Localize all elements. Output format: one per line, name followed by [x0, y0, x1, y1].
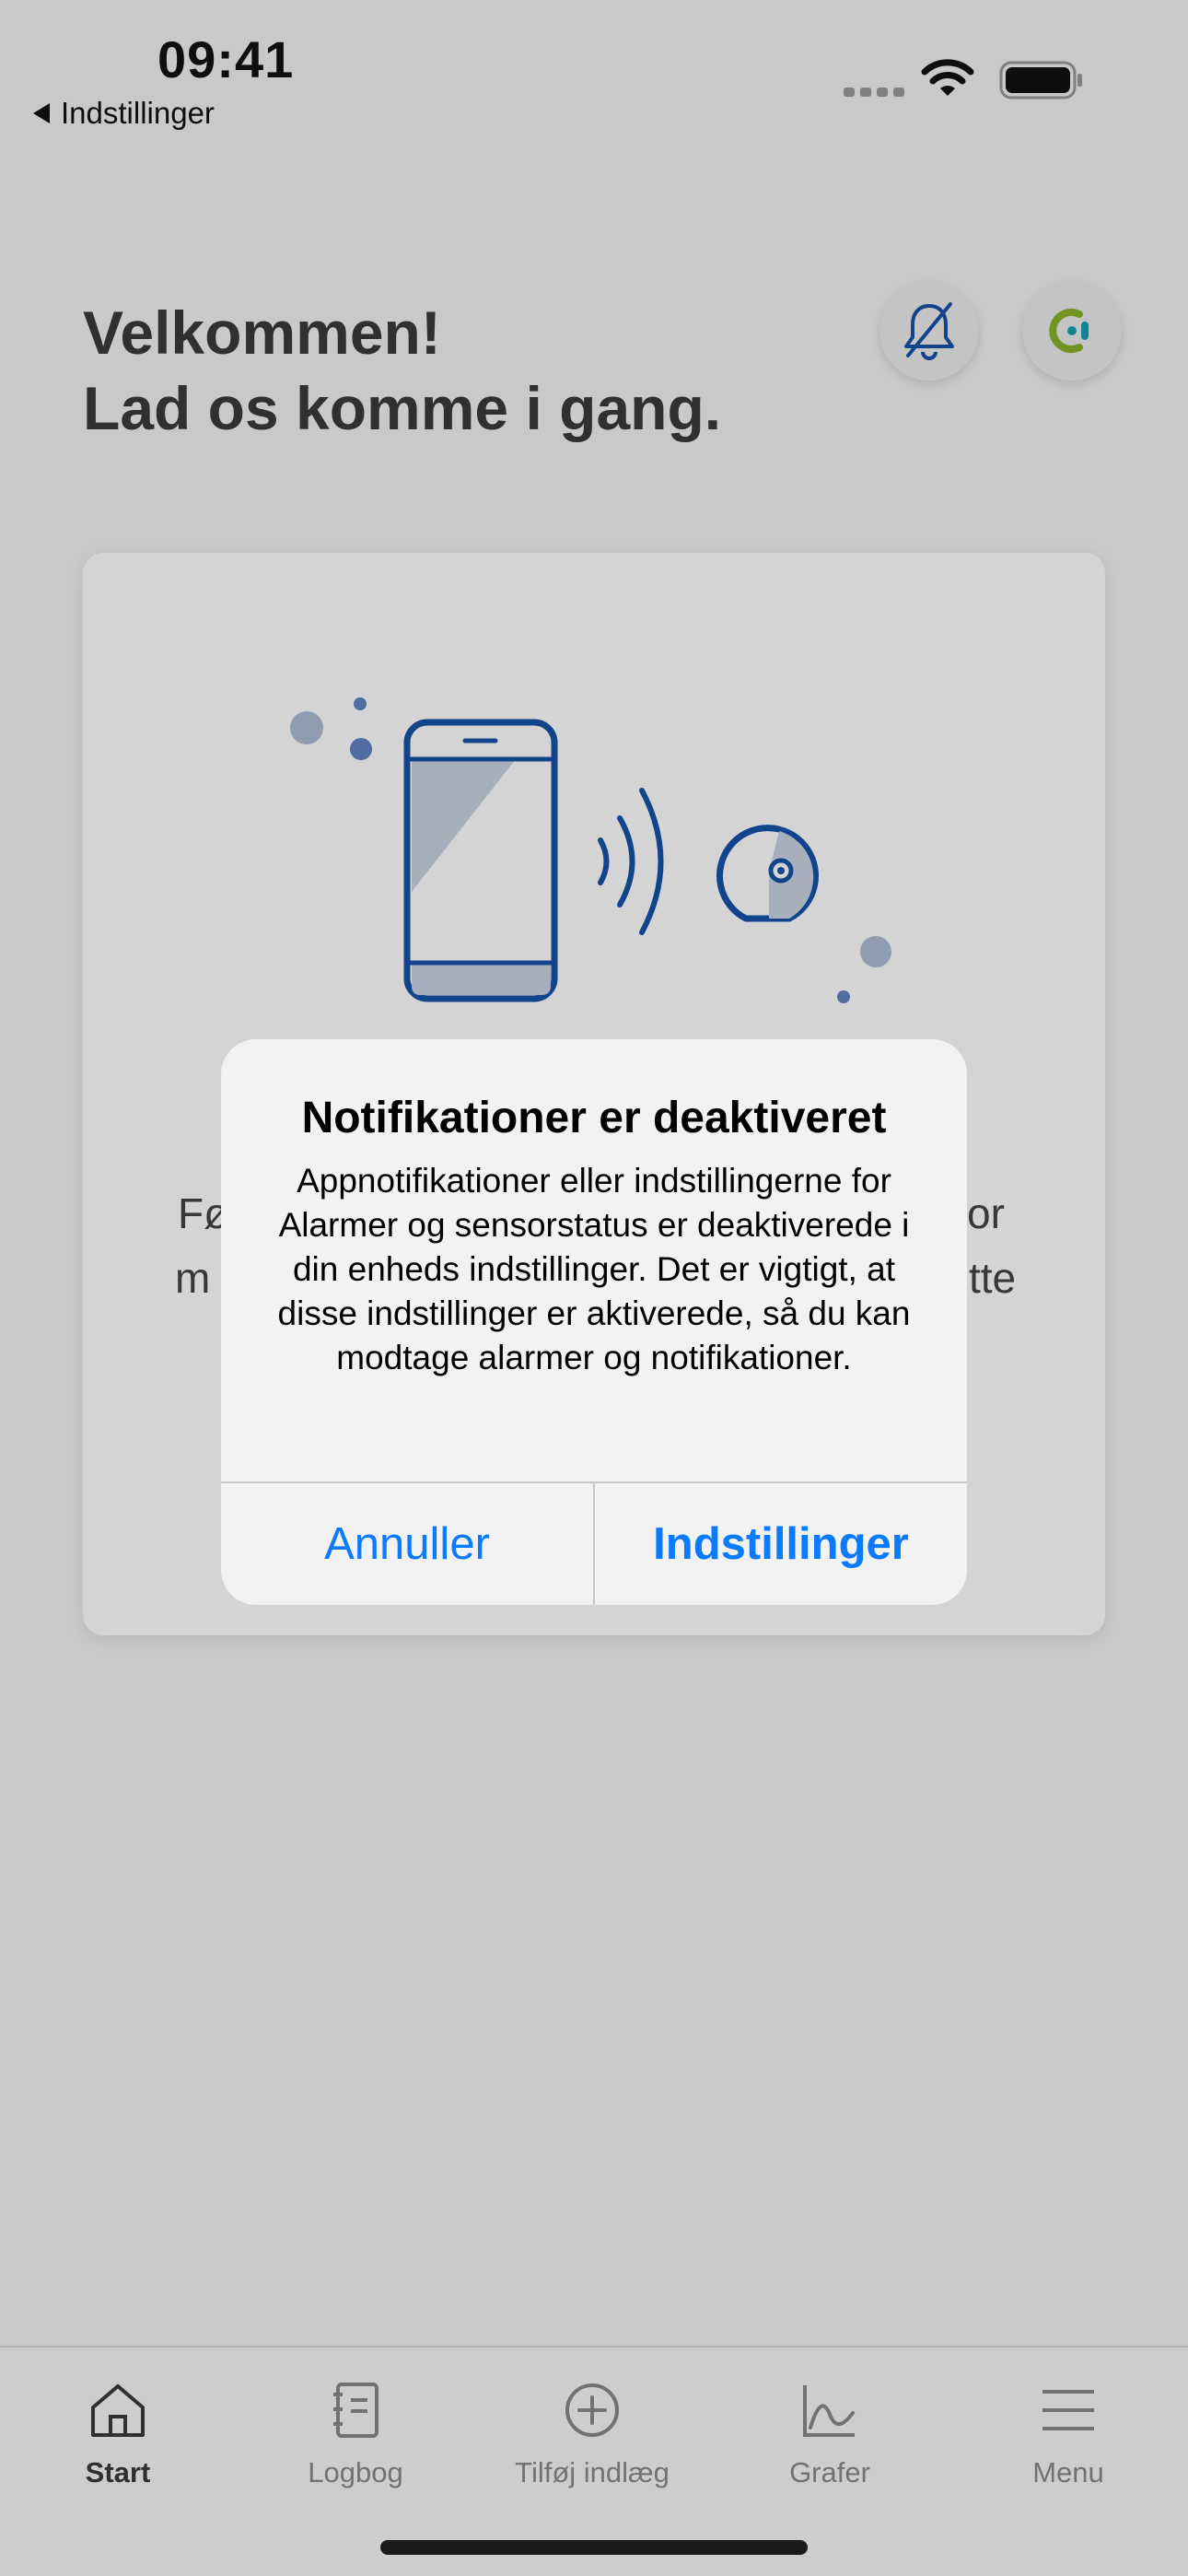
home-indicator[interactable] [380, 2540, 808, 2555]
alert-title: Notifikationer er deaktiveret [301, 1094, 887, 1142]
cancel-button[interactable]: Annuller [221, 1483, 593, 1605]
notifications-disabled-alert: Notifikationer er deaktiveret Appnotifik… [221, 1039, 967, 1605]
open-settings-button[interactable]: Indstillinger [595, 1483, 967, 1605]
alert-message: Appnotifikationer eller indstillingerne … [277, 1162, 911, 1376]
